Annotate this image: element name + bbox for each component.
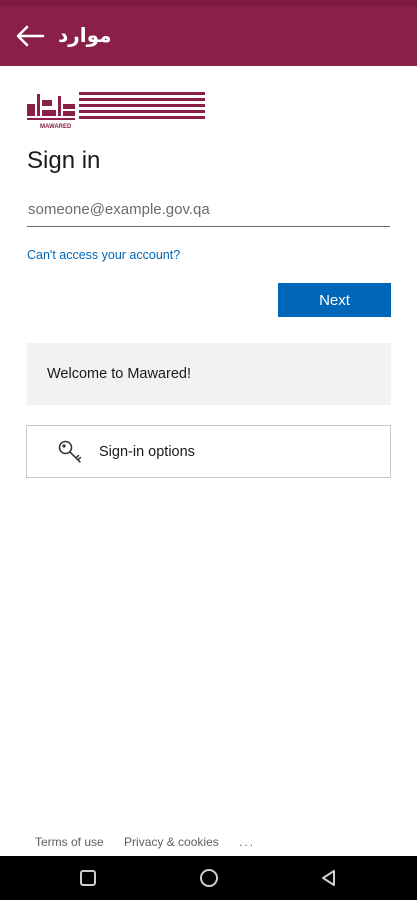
page-title: Sign in (27, 147, 101, 174)
signin-options-label: Sign-in options (99, 444, 195, 460)
welcome-text: Welcome to Mawared! (47, 366, 191, 382)
back-button[interactable] (12, 19, 48, 53)
key-icon (58, 440, 82, 463)
welcome-banner: Welcome to Mawared! (27, 343, 391, 405)
signin-options-button[interactable]: Sign-in options (26, 425, 391, 478)
recents-square-icon[interactable] (77, 867, 99, 889)
more-options-link[interactable]: ... (239, 835, 255, 849)
home-circle-icon[interactable] (198, 867, 220, 889)
cant-access-account-link[interactable]: Can't access your account? (27, 247, 180, 263)
footer: Terms of use Privacy & cookies ... (35, 834, 255, 850)
app-bar: موارد (0, 6, 417, 66)
app-title: موارد (58, 23, 112, 47)
android-nav-bar (0, 856, 417, 900)
next-button[interactable]: Next (278, 283, 391, 317)
back-triangle-icon[interactable] (318, 867, 340, 889)
svg-text:MAWARED: MAWARED (40, 124, 72, 130)
mawared-logo: MAWARED (27, 90, 205, 130)
terms-of-use-link[interactable]: Terms of use (35, 835, 104, 849)
arrow-left-icon (16, 25, 45, 47)
privacy-cookies-link[interactable]: Privacy & cookies (124, 835, 219, 849)
email-field[interactable] (27, 193, 390, 227)
